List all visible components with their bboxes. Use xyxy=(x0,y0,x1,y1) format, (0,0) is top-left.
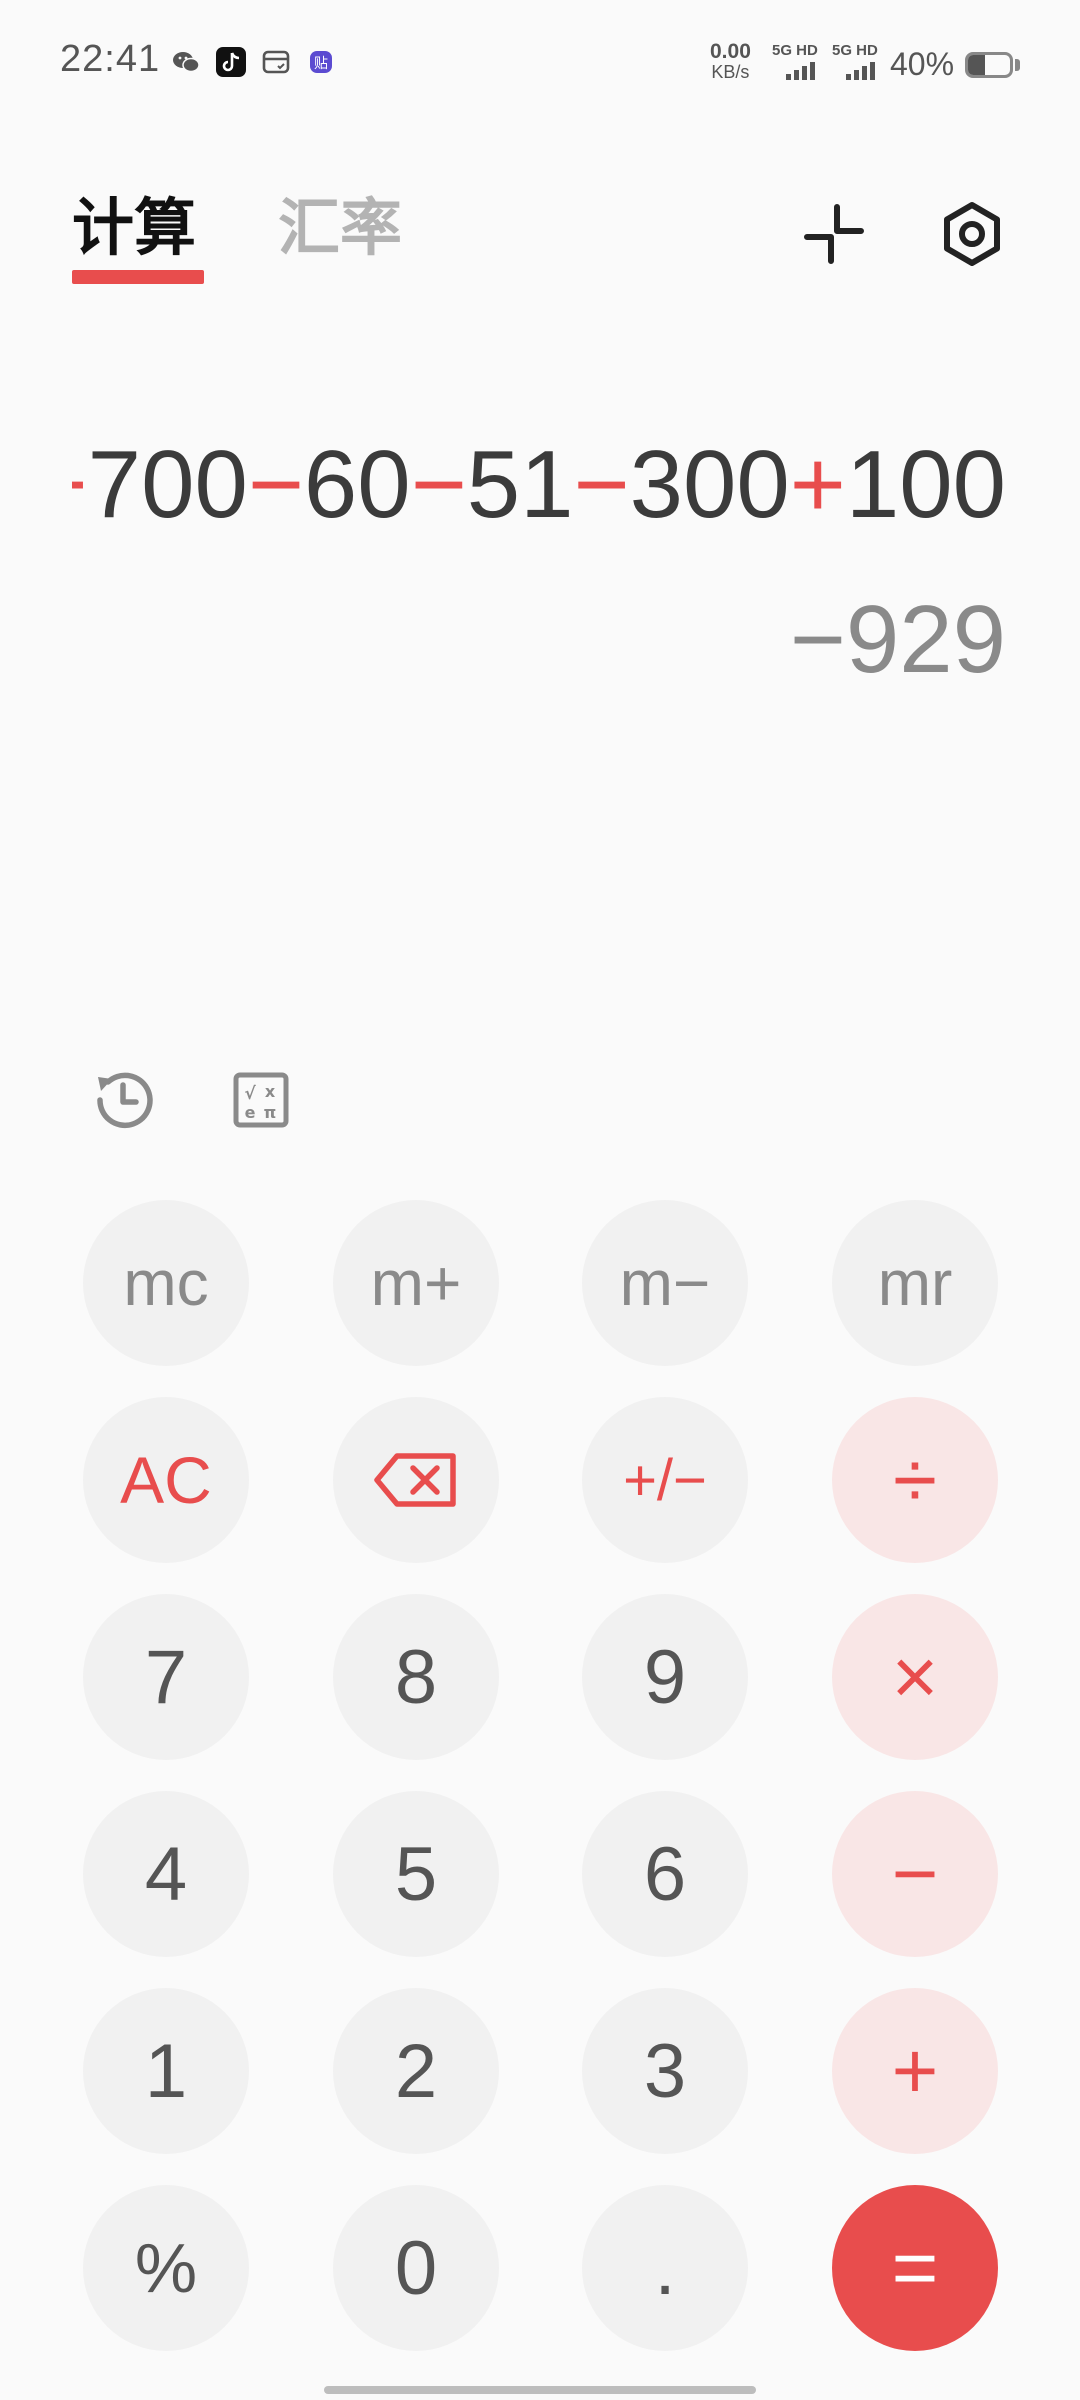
sim1-label: 5G HD xyxy=(772,42,818,59)
history-icon xyxy=(97,1072,153,1129)
expression-operand: 700 xyxy=(87,431,248,538)
net-speed-value: 0.00 xyxy=(710,40,751,63)
digit-7-button[interactable]: 7 xyxy=(83,1594,249,1760)
expression-operand: 51 xyxy=(466,431,574,538)
digit-0-button[interactable]: 0 xyxy=(333,2185,499,2351)
backspace-button[interactable] xyxy=(333,1397,499,1563)
net-speed-indicator: 0.00 KB/s xyxy=(710,40,751,82)
digit-8-button[interactable]: 8 xyxy=(333,1594,499,1760)
expression-text: 0+700−60−51−300+100 xyxy=(72,420,1006,550)
scientific-mode-button[interactable]: √ x e π xyxy=(226,1065,296,1135)
tab-exchange-rate[interactable]: 汇率 xyxy=(278,188,402,268)
digit-2-button[interactable]: 2 xyxy=(333,1988,499,2154)
expression-operator: + xyxy=(72,431,88,538)
wallet-icon xyxy=(261,47,291,77)
home-indicator[interactable] xyxy=(324,2386,756,2394)
history-button[interactable] xyxy=(88,1065,158,1135)
battery-cap xyxy=(1015,59,1020,71)
percent-button[interactable]: % xyxy=(83,2185,249,2351)
minus-button[interactable]: − xyxy=(832,1791,998,1957)
battery-icon xyxy=(965,52,1013,78)
wechat-icon xyxy=(171,47,201,77)
digit-1-button[interactable]: 1 xyxy=(83,1988,249,2154)
mr-button[interactable]: mr xyxy=(832,1200,998,1366)
expression-operand: 300 xyxy=(629,431,790,538)
tiktok-icon xyxy=(216,47,246,77)
collapse-button[interactable] xyxy=(789,189,879,279)
svg-text:e: e xyxy=(245,1103,256,1122)
expression-operator: + xyxy=(789,431,846,538)
active-tab-indicator xyxy=(72,270,204,284)
svg-text:√: √ xyxy=(244,1084,256,1104)
sim2-signal-icon: 5G HD xyxy=(832,43,882,80)
all-clear-button[interactable]: AC xyxy=(83,1397,249,1563)
status-bar: 22:41 贴 0.00 KB/s 5G HD 5G HD 40% xyxy=(0,0,1080,130)
net-speed-unit: KB/s xyxy=(711,62,750,82)
collapse-icon xyxy=(804,204,864,264)
m-plus-button[interactable]: m+ xyxy=(333,1200,499,1366)
sim2-label: 5G HD xyxy=(832,42,878,59)
expression-display: 0+700−60−51−300+100 xyxy=(72,420,1006,550)
tab-calculate[interactable]: 计算 xyxy=(72,188,196,268)
paste-app-icon: 贴 xyxy=(306,47,336,77)
svg-text:x: x xyxy=(265,1082,276,1101)
expression-operator: − xyxy=(573,431,630,538)
digit-9-button[interactable]: 9 xyxy=(582,1594,748,1760)
backspace-icon xyxy=(374,1453,456,1507)
expression-operand: 60 xyxy=(303,431,411,538)
result-display: −929 xyxy=(789,586,1006,693)
m-minus-button[interactable]: m− xyxy=(582,1200,748,1366)
battery-percent: 40% xyxy=(890,46,955,82)
expression-operator: − xyxy=(247,431,304,538)
svg-text:贴: 贴 xyxy=(314,56,328,72)
svg-text:π: π xyxy=(264,1103,277,1122)
decimal-point-button[interactable]: . xyxy=(582,2185,748,2351)
digit-5-button[interactable]: 5 xyxy=(333,1791,499,1957)
digit-6-button[interactable]: 6 xyxy=(582,1791,748,1957)
multiply-button[interactable]: × xyxy=(832,1594,998,1760)
digit-4-button[interactable]: 4 xyxy=(83,1791,249,1957)
mc-button[interactable]: mc xyxy=(83,1200,249,1366)
battery-fill xyxy=(968,55,985,75)
toggle-sign-button[interactable]: +/− xyxy=(582,1397,748,1563)
expression-operand: 100 xyxy=(845,431,1006,538)
scientific-calculator-icon: √ x e π xyxy=(233,1072,289,1128)
digit-3-button[interactable]: 3 xyxy=(582,1988,748,2154)
status-time: 22:41 xyxy=(60,38,161,80)
gear-icon xyxy=(944,202,1000,266)
equals-button[interactable]: = xyxy=(832,2185,998,2351)
divide-button[interactable]: ÷ xyxy=(832,1397,998,1563)
sim1-signal-icon: 5G HD xyxy=(772,43,822,80)
settings-button[interactable] xyxy=(927,189,1017,279)
expression-operator: − xyxy=(410,431,467,538)
plus-button[interactable]: + xyxy=(832,1988,998,2154)
